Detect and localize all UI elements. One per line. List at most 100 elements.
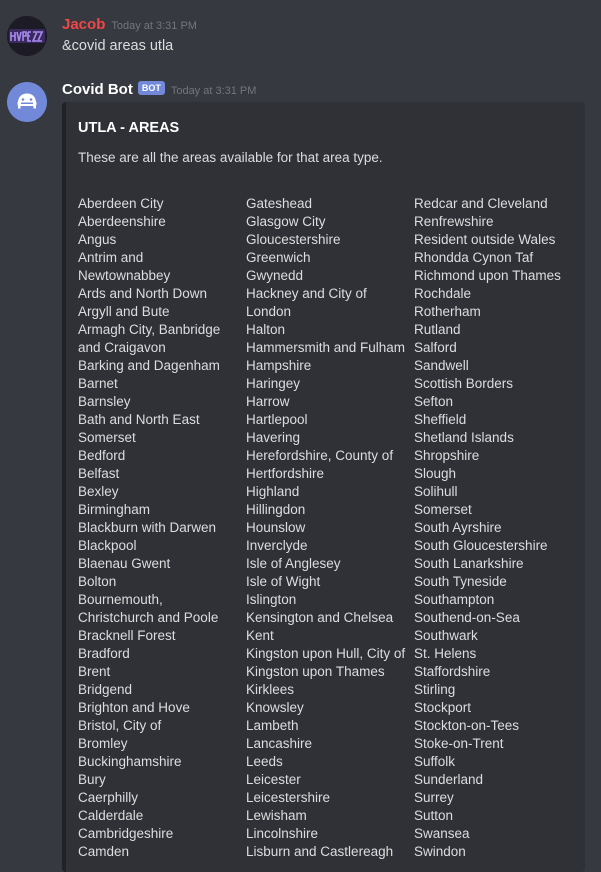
- hvpezz-logo-icon: [7, 16, 47, 56]
- embed-title: UTLA - AREAS: [78, 120, 180, 136]
- area-list-line: Bournemouth,: [78, 592, 163, 607]
- embed-field-column-3: Redcar and Cleveland Renfrewshire Resident…: [414, 195, 582, 861]
- area-list-line: Scottish Borders: [414, 376, 514, 391]
- author-name[interactable]: Jacob: [62, 16, 105, 33]
- area-list-line: Rotherham: [414, 304, 481, 319]
- area-list-line: Armagh City, Banbridge: [78, 322, 221, 337]
- area-list-line: Stockton-on-Tees: [414, 718, 520, 733]
- area-list-line: Gwynedd: [246, 268, 304, 283]
- area-list-line: Greenwich: [246, 250, 311, 265]
- area-list-line: Solihull: [414, 484, 458, 499]
- area-list-line: Newtownabbey: [78, 268, 171, 283]
- area-list-line: Halton: [246, 322, 286, 337]
- area-list-line: Rochdale: [414, 286, 472, 301]
- area-list-line: Lambeth: [246, 718, 299, 733]
- area-list-line: Rhondda Cynon Taf: [414, 250, 534, 265]
- area-list-line: Blackpool: [78, 538, 137, 553]
- area-list-line: Lewisham: [246, 808, 307, 823]
- area-list-line: Salford: [414, 340, 457, 355]
- area-list-line: Knowsley: [246, 700, 304, 715]
- author-name[interactable]: Covid Bot: [62, 81, 133, 98]
- area-list-line: Harrow: [246, 394, 290, 409]
- area-list-line: Somerset: [78, 430, 136, 445]
- area-list-line: Hackney and City of: [246, 286, 367, 301]
- area-list-line: Richmond upon Thames: [414, 268, 561, 283]
- area-list-line: Leeds: [246, 754, 283, 769]
- area-list-line: Isle of Wight: [246, 574, 321, 589]
- area-list-line: Shropshire: [414, 448, 480, 463]
- area-list-line: Suffolk: [414, 754, 456, 769]
- area-list-line: South Lanarkshire: [414, 556, 524, 571]
- area-list-line: Barnet: [78, 376, 118, 391]
- message-content: &covid areas utla: [62, 38, 174, 54]
- area-list-line: Havering: [246, 430, 301, 445]
- message-timestamp: Today at 3:31 PM: [170, 85, 257, 97]
- area-list-line: Brighton and Hove: [78, 700, 190, 715]
- area-list-line: Birmingham: [78, 502, 151, 517]
- area-list-line: Cambridgeshire: [78, 826, 174, 841]
- area-list-line: Haringey: [246, 376, 301, 391]
- area-list-line: Redcar and Cleveland: [414, 196, 548, 211]
- area-list-line: Glasgow City: [246, 214, 326, 229]
- area-list-line: Barnsley: [78, 394, 131, 409]
- area-list-line: Kingston upon Hull, City of: [246, 646, 406, 661]
- area-list-line: Hammersmith and Fulham: [246, 340, 406, 355]
- area-list-line: Bexley: [78, 484, 119, 499]
- area-list-line: Gloucestershire: [246, 232, 341, 247]
- area-list-line: Ards and North Down: [78, 286, 208, 301]
- area-list-line: Hounslow: [246, 520, 306, 535]
- area-list-line: Buckinghamshire: [78, 754, 182, 769]
- bot-badge: BOT: [137, 81, 165, 95]
- area-list-line: Southwark: [414, 628, 478, 643]
- area-list-line: Bolton: [78, 574, 117, 589]
- area-list-line: Shetland Islands: [414, 430, 514, 445]
- area-list-line: and Craigavon: [78, 340, 166, 355]
- area-list-line: Hartlepool: [246, 412, 308, 427]
- area-list-line: Argyll and Bute: [78, 304, 170, 319]
- area-list-line: Staffordshire: [414, 664, 491, 679]
- area-list-line: Stirling: [414, 682, 456, 697]
- area-list-line: Renfrewshire: [414, 214, 494, 229]
- area-list-line: Sefton: [414, 394, 454, 409]
- area-list-line: Slough: [414, 466, 457, 481]
- area-list-line: Lincolnshire: [246, 826, 319, 841]
- area-list-line: Hillingdon: [246, 502, 306, 517]
- area-list-line: Inverclyde: [246, 538, 308, 553]
- area-list-line: Herefordshire, County of: [246, 448, 394, 463]
- area-list-line: Kensington and Chelsea: [246, 610, 394, 625]
- area-list-line: Hertfordshire: [246, 466, 325, 481]
- area-list-line: Southend-on-Sea: [414, 610, 520, 625]
- area-list-line: Antrim and: [78, 250, 144, 265]
- area-list-line: Bromley: [78, 736, 128, 751]
- user-avatar[interactable]: [7, 16, 47, 56]
- area-list-line: Bracknell Forest: [78, 628, 176, 643]
- area-list-line: Bridgend: [78, 682, 133, 697]
- bot-avatar[interactable]: [7, 82, 47, 122]
- area-list-line: Stoke-on-Trent: [414, 736, 504, 751]
- embed-field-column-2: Gateshead Glasgow City Gloucestershire Gree…: [246, 195, 414, 861]
- area-list-line: Sandwell: [414, 358, 469, 373]
- area-list-line: Brent: [78, 664, 111, 679]
- area-list-line: Somerset: [414, 502, 472, 517]
- area-list-line: Blackburn with Darwen: [78, 520, 217, 535]
- area-list-line: Gateshead: [246, 196, 313, 211]
- embed-field-column-1: Aberdeen City Aberdeenshire Angus Antrim an…: [78, 195, 246, 861]
- area-list-line: London: [246, 304, 292, 319]
- area-list-line: Isle of Anglesey: [246, 556, 341, 571]
- area-list-line: Swindon: [414, 844, 466, 859]
- area-list-line: Resident outside Wales: [414, 232, 556, 247]
- area-list-line: Sunderland: [414, 772, 484, 787]
- area-list-line: Calderdale: [78, 808, 144, 823]
- area-list-line: Islington: [246, 592, 297, 607]
- embed: UTLA - AREAS These are all the areas ava…: [62, 102, 585, 872]
- area-list-line: Leicester: [246, 772, 301, 787]
- area-list-line: Sutton: [414, 808, 454, 823]
- area-list-line: Aberdeenshire: [78, 214, 166, 229]
- area-list-line: Bedford: [78, 448, 126, 463]
- area-list-line: Angus: [78, 232, 117, 247]
- area-list-line: Rutland: [414, 322, 461, 337]
- area-list-line: Kirklees: [246, 682, 295, 697]
- area-list-line: Lisburn and Castlereagh: [246, 844, 394, 859]
- area-list-line: Blaenau Gwent: [78, 556, 171, 571]
- embed-description: These are all the areas available for th…: [78, 150, 383, 165]
